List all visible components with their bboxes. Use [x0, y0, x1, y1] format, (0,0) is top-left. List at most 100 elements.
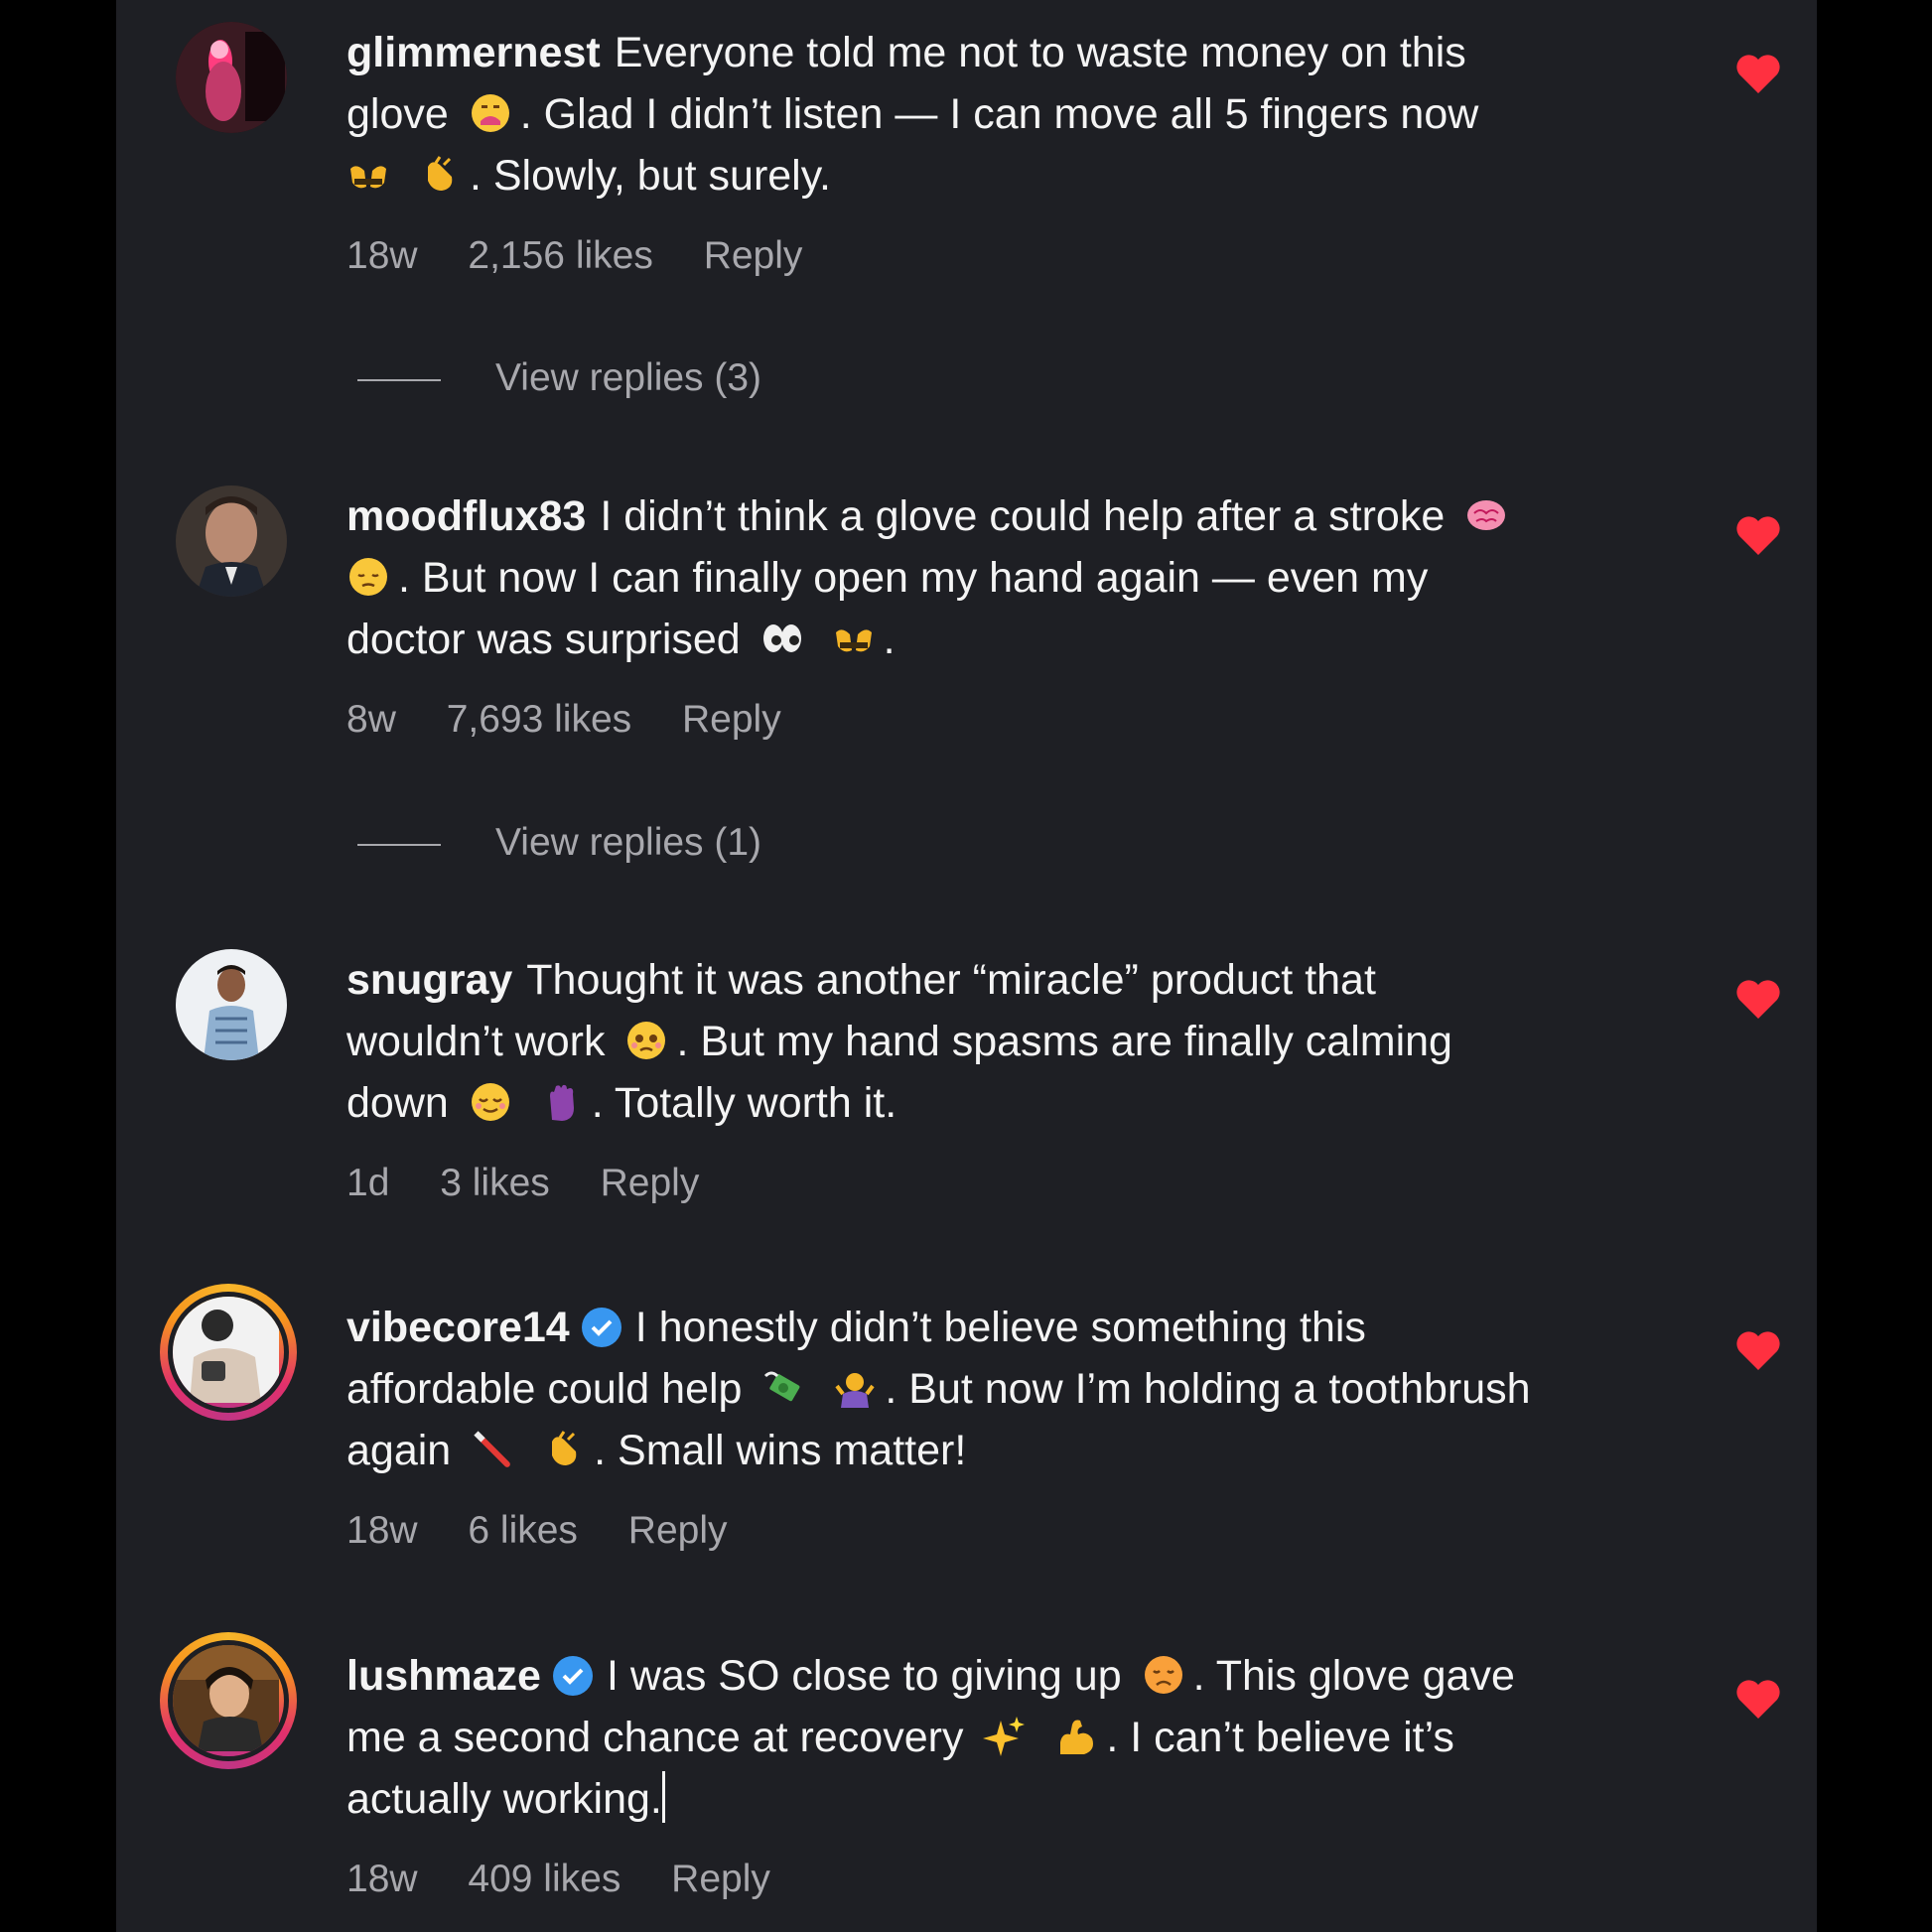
comment-age: 18w	[346, 234, 418, 277]
comment-age: 8w	[346, 698, 396, 741]
raised-hand-emoji-icon	[549, 1084, 574, 1121]
comment-text-line: . But my hand spasms are finally calming	[676, 1018, 1452, 1065]
heart-icon[interactable]	[1734, 1328, 1782, 1372]
comment-meta: 18w 6 likes Reply	[346, 1505, 1816, 1557]
comment-text: moodflux83 I didn’t think a glove could h…	[346, 485, 1816, 670]
reply-button[interactable]: Reply	[704, 234, 803, 277]
comment-body: moodflux83 I didn’t think a glove could h…	[346, 485, 1816, 746]
comment-text-line: wouldn’t work	[346, 1018, 606, 1065]
verified-badge-icon	[581, 1308, 621, 1347]
avatar-image	[176, 949, 287, 1060]
comment-likes[interactable]: 2,156 likes	[468, 234, 652, 277]
disappointed-face-emoji-icon	[1144, 1656, 1182, 1694]
reply-button[interactable]: Reply	[628, 1509, 728, 1552]
reply-button[interactable]: Reply	[671, 1858, 770, 1900]
avatar-image	[176, 22, 287, 133]
comments-panel: glimmernest Everyone told me not to waste…	[116, 0, 1817, 1932]
comment-meta: 1d 3 likes Reply	[346, 1158, 1816, 1209]
comment-username[interactable]: lushmaze	[346, 1652, 541, 1700]
comment-age: 18w	[346, 1509, 418, 1552]
heart-icon[interactable]	[1734, 52, 1782, 95]
comment-username[interactable]: moodflux83	[346, 492, 586, 540]
avatar-glimmernest[interactable]	[176, 22, 287, 133]
comment-text-line: .	[883, 616, 896, 663]
text-cursor	[661, 1771, 665, 1823]
comment-body: snugray Thought it was another “miracle” …	[346, 949, 1816, 1209]
comment-text-line: . But now I’m holding a toothbrush	[885, 1365, 1531, 1413]
comment-age: 18w	[346, 1858, 418, 1900]
comment-meta: 18w 2,156 likes Reply	[346, 230, 1816, 282]
avatar-image	[176, 485, 287, 597]
open-hands-emoji-icon	[350, 166, 386, 189]
comment-text-line: Thought it was another “miracle” product…	[526, 956, 1376, 1004]
toothbrush-emoji-icon	[474, 1431, 511, 1467]
comment-likes[interactable]: 3 likes	[440, 1162, 550, 1204]
comment-text-line: again	[346, 1427, 452, 1474]
comment-text-line: actually working.	[346, 1775, 662, 1823]
comment-username[interactable]: vibecore14	[346, 1304, 570, 1351]
avatar-snugray[interactable]	[176, 949, 287, 1060]
eyes-emoji-icon	[762, 624, 801, 652]
verified-badge-icon	[552, 1656, 593, 1696]
comment-text-line: I was SO close to giving up	[606, 1652, 1122, 1700]
comment-age: 1d	[346, 1162, 390, 1204]
view-replies-button[interactable]: View replies (3)	[357, 352, 761, 404]
comment-meta: 18w 409 likes Reply	[346, 1854, 1816, 1905]
comment-text-line: me a second chance at recovery	[346, 1714, 964, 1761]
comment-likes[interactable]: 7,693 likes	[447, 698, 631, 741]
comment-text-line: . Slowly, but surely.	[469, 152, 831, 200]
comment-likes[interactable]: 409 likes	[468, 1858, 621, 1900]
comment-body: lushmaze I was SO close to giving up . Th…	[346, 1645, 1816, 1905]
avatar-vibecore14-story-ring[interactable]	[160, 1284, 297, 1421]
pensive-face-emoji-icon	[349, 558, 387, 596]
divider-line	[357, 843, 441, 846]
person-shrugging-emoji-icon	[835, 1373, 875, 1408]
comment-text: glimmernest Everyone told me not to waste…	[346, 22, 1816, 207]
heart-icon[interactable]	[1734, 513, 1782, 557]
sparkles-emoji-icon	[983, 1717, 1026, 1756]
comment-text-line: I honestly didn’t believe something this	[634, 1304, 1366, 1351]
heart-icon[interactable]	[1734, 977, 1782, 1021]
view-replies-button[interactable]: View replies (1)	[357, 817, 761, 869]
comment-text-line: glove	[346, 90, 449, 138]
relieved-face-emoji-icon	[471, 1083, 509, 1121]
comment-text-line: . This glove gave	[1192, 1652, 1515, 1700]
comment-text-line: . Small wins matter!	[594, 1427, 967, 1474]
view-replies-label: View replies (3)	[495, 356, 762, 399]
comment-text-line: . Totally worth it.	[591, 1079, 897, 1127]
divider-line	[357, 378, 441, 381]
comment-body: glimmernest Everyone told me not to waste…	[346, 22, 1816, 282]
comment-text-line: Everyone told me not to waste money on t…	[614, 29, 1466, 76]
flexed-biceps-emoji-icon	[1060, 1720, 1094, 1754]
avatar-image	[168, 1292, 289, 1413]
comment-text-line: . Glad I didn’t listen — I can move all …	[519, 90, 1479, 138]
reply-button[interactable]: Reply	[601, 1162, 700, 1204]
money-with-wings-emoji-icon	[764, 1371, 800, 1402]
avatar-image	[168, 1640, 289, 1761]
comment-text-line: down	[346, 1079, 449, 1127]
comment-text-line: doctor was surprised	[346, 616, 741, 663]
open-hands-emoji-icon	[835, 629, 872, 652]
brain-emoji-icon	[1467, 500, 1506, 530]
clapping-hands-emoji-icon	[427, 156, 453, 191]
comment-text-line: affordable could help	[346, 1365, 743, 1413]
comment-text: snugray Thought it was another “miracle” …	[346, 949, 1816, 1134]
comment-body: vibecore14 I honestly didn’t believe some…	[346, 1297, 1816, 1557]
comment-username[interactable]: glimmernest	[346, 29, 601, 76]
face-with-steam-emoji-icon	[471, 94, 509, 132]
avatar-lushmaze-story-ring[interactable]	[160, 1632, 297, 1769]
comment-text: lushmaze I was SO close to giving up . Th…	[346, 1645, 1816, 1830]
reply-button[interactable]: Reply	[682, 698, 781, 741]
comment-likes[interactable]: 6 likes	[468, 1509, 578, 1552]
comment-username[interactable]: snugray	[346, 956, 512, 1004]
view-replies-label: View replies (1)	[495, 821, 762, 864]
comment-text-line: . I can’t believe it’s	[1106, 1714, 1454, 1761]
heart-icon[interactable]	[1734, 1677, 1782, 1721]
pleading-face-emoji-icon	[627, 1022, 666, 1059]
comment-text-line: I didn’t think a glove could help after …	[600, 492, 1446, 540]
clapping-hands-emoji-icon	[552, 1431, 577, 1465]
comment-text: vibecore14 I honestly didn’t believe some…	[346, 1297, 1816, 1481]
comment-meta: 8w 7,693 likes Reply	[346, 694, 1816, 746]
avatar-moodflux83[interactable]	[176, 485, 287, 597]
comment-text-line: . But now I can finally open my hand aga…	[398, 554, 1429, 602]
